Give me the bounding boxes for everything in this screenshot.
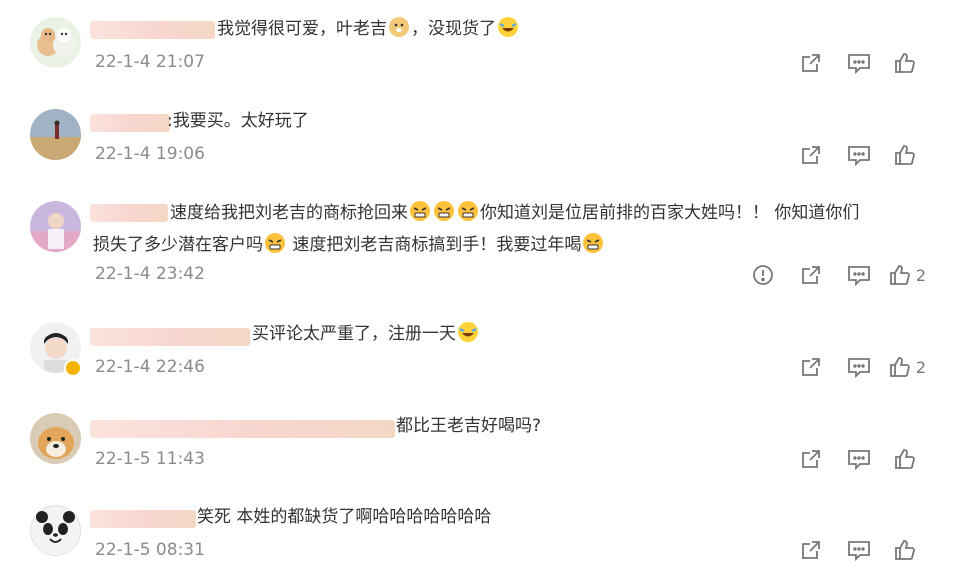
share-icon[interactable]	[787, 143, 835, 167]
comment-item: 速度给我把刘老吉的商标抢回来 你知道刘是位居前排的百家大姓吗！！ 你知道你们 损失…	[0, 184, 967, 306]
username-blurred[interactable]	[90, 114, 170, 132]
comment-time: 22-1-5 08:31	[95, 540, 205, 560]
username-blurred[interactable]	[90, 328, 250, 346]
comment-actions	[787, 538, 931, 562]
avatar[interactable]	[30, 109, 81, 160]
angry-emoji-icon	[434, 201, 454, 221]
comment-text: 我觉得很可爱，叶老吉 ，没现货了	[217, 13, 520, 45]
avatar[interactable]	[30, 505, 81, 556]
share-icon[interactable]	[787, 447, 835, 471]
angry-emoji-icon	[583, 233, 604, 253]
comment-text: :我要买。太好玩了	[167, 111, 309, 131]
like-count: 2	[915, 265, 927, 285]
comment-actions	[787, 143, 931, 167]
like-button[interactable]	[883, 447, 931, 471]
comment-time: 22-1-4 19:06	[95, 144, 205, 164]
username-blurred[interactable]	[90, 21, 215, 39]
comment-icon[interactable]	[835, 51, 883, 75]
username-blurred[interactable]	[90, 510, 196, 528]
laugh-cry-emoji-icon	[458, 322, 478, 342]
like-button[interactable]	[883, 143, 931, 167]
avatar[interactable]	[30, 413, 81, 464]
comment-item: 都比王老吉好喝吗? 22-1-5 11:43	[0, 398, 967, 490]
avatar[interactable]	[30, 201, 81, 252]
doge-emoji-icon	[389, 17, 409, 37]
comment-text: 速度给我把刘老吉的商标抢回来 你知道刘是位居前排的百家大姓吗！！ 你知道你们 损失…	[93, 197, 859, 261]
comment-icon[interactable]	[835, 263, 883, 287]
comment-text: 笑死 本姓的都缺货了啊哈哈哈哈哈哈哈	[197, 507, 492, 527]
comment-time: 22-1-4 22:46	[95, 357, 205, 377]
comment-actions: 2	[787, 355, 931, 379]
report-icon[interactable]	[739, 263, 787, 287]
comment-item: :我要买。太好玩了 22-1-4 19:06	[0, 92, 967, 184]
verified-badge-icon	[64, 359, 82, 377]
thumbs-up-icon	[890, 357, 910, 377]
comment-item: 我觉得很可爱，叶老吉 ，没现货了 22-1-4 21:07	[0, 0, 967, 92]
comment-item: 买评论太严重了，注册一天 22-1-4 22:46 2	[0, 306, 967, 398]
thumbs-up-icon	[895, 53, 915, 73]
comment-time: 22-1-4 23:42	[95, 264, 205, 284]
comment-actions	[787, 51, 931, 75]
comment-icon[interactable]	[835, 143, 883, 167]
thumbs-up-icon	[895, 145, 915, 165]
comment-item: 笑死 本姓的都缺货了啊哈哈哈哈哈哈哈 22-1-5 08:31	[0, 490, 967, 576]
comment-text: 都比王老吉好喝吗?	[396, 416, 542, 436]
like-button[interactable]: 2	[883, 355, 931, 379]
comment-icon[interactable]	[835, 355, 883, 379]
thumbs-up-icon	[895, 449, 915, 469]
like-button[interactable]	[883, 538, 931, 562]
thumbs-up-icon	[895, 540, 915, 560]
comment-actions: 2	[739, 263, 931, 287]
comment-text: 买评论太严重了，注册一天	[252, 318, 480, 350]
like-count: 2	[915, 357, 927, 377]
share-icon[interactable]	[787, 355, 835, 379]
comment-time: 22-1-5 11:43	[95, 449, 205, 469]
angry-emoji-icon	[265, 233, 285, 253]
thumbs-up-icon	[890, 265, 910, 285]
share-icon[interactable]	[787, 538, 835, 562]
comment-icon[interactable]	[835, 447, 883, 471]
share-icon[interactable]	[787, 51, 835, 75]
share-icon[interactable]	[787, 263, 835, 287]
username-blurred[interactable]	[90, 420, 395, 438]
angry-emoji-icon	[458, 201, 478, 221]
laugh-cry-emoji-icon	[498, 17, 518, 37]
comment-icon[interactable]	[835, 538, 883, 562]
angry-emoji-icon	[410, 201, 430, 221]
avatar[interactable]	[30, 17, 81, 68]
comment-actions	[787, 447, 931, 471]
like-button[interactable]	[883, 51, 931, 75]
comment-time: 22-1-4 21:07	[95, 52, 205, 72]
like-button[interactable]: 2	[883, 263, 931, 287]
